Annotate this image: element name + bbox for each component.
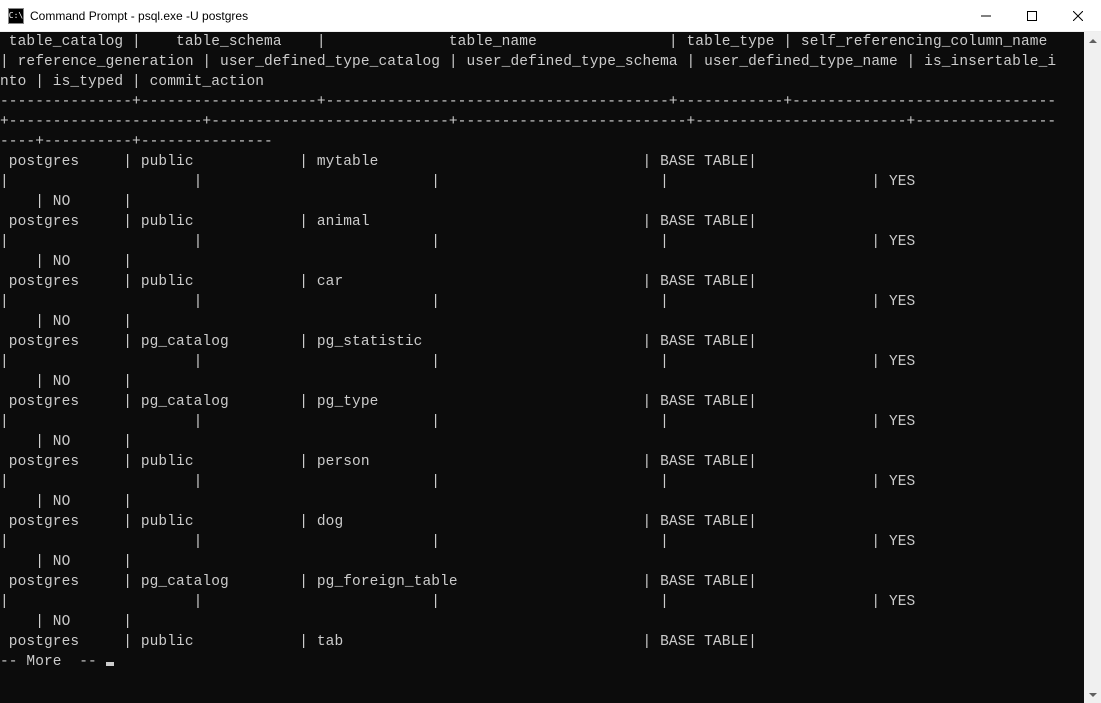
- app-icon-text: C:\: [9, 12, 23, 20]
- cursor: [106, 662, 114, 666]
- chevron-down-icon: [1089, 691, 1097, 699]
- window-title: Command Prompt - psql.exe -U postgres: [30, 9, 248, 23]
- minimize-icon: [981, 11, 991, 21]
- titlebar: C:\ Command Prompt - psql.exe -U postgre…: [0, 0, 1101, 32]
- vertical-scrollbar[interactable]: [1084, 32, 1101, 703]
- maximize-button[interactable]: [1009, 0, 1055, 31]
- app-icon: C:\: [8, 8, 24, 24]
- scroll-up-button[interactable]: [1084, 32, 1101, 49]
- maximize-icon: [1027, 11, 1037, 21]
- window-controls: [963, 0, 1101, 31]
- chevron-up-icon: [1089, 37, 1097, 45]
- terminal-output[interactable]: table_catalog | table_schema | table_nam…: [0, 32, 1084, 703]
- scroll-track[interactable]: [1084, 49, 1101, 686]
- terminal-area: table_catalog | table_schema | table_nam…: [0, 32, 1101, 703]
- close-button[interactable]: [1055, 0, 1101, 31]
- titlebar-left: C:\ Command Prompt - psql.exe -U postgre…: [8, 8, 248, 24]
- scroll-down-button[interactable]: [1084, 686, 1101, 703]
- minimize-button[interactable]: [963, 0, 1009, 31]
- close-icon: [1073, 11, 1083, 21]
